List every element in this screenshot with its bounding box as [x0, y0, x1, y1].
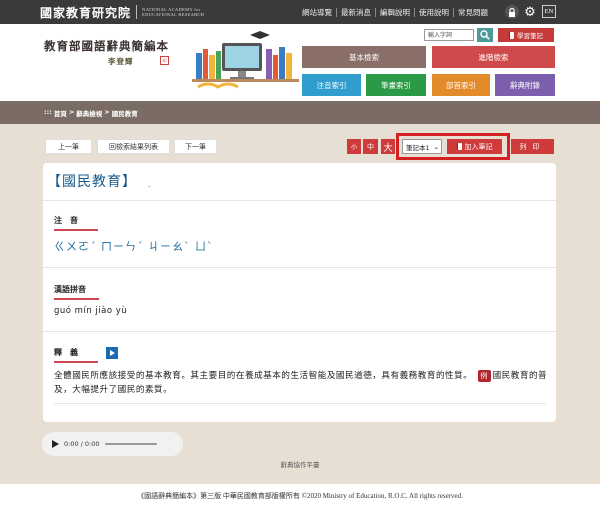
font-medium-button[interactable]: 中: [363, 139, 378, 154]
stroke-index-button[interactable]: 筆畫索引: [366, 74, 426, 96]
search-icon: [480, 30, 490, 40]
nav-editorial[interactable]: 編輯說明: [380, 7, 410, 18]
logo-en-line2: EDUCATIONAL RESEARCH: [142, 12, 205, 17]
next-entry-button[interactable]: 下一筆: [174, 139, 217, 154]
section-divider: [43, 200, 556, 201]
nav-divider: [453, 7, 454, 17]
top-nav: 網站導覽 最新消息 編輯說明 使用說明 常見問題: [302, 6, 488, 18]
add-to-notes-label: 加入筆記: [464, 142, 493, 151]
breadcrumb-prefix: :::: [44, 108, 52, 116]
nav-faq[interactable]: 常見問題: [458, 7, 488, 18]
nav-divider: [414, 7, 415, 17]
pinyin-heading: 漢語拼音: [54, 285, 86, 294]
play-icon[interactable]: [52, 440, 59, 448]
breadcrumb-view[interactable]: 辭典檢視: [76, 108, 102, 118]
definition-heading: 釋 義: [54, 348, 78, 357]
seal-stamp-icon: 印: [160, 56, 169, 65]
lock-icon[interactable]: [505, 5, 519, 19]
breadcrumb: ::: 首頁 > 辭典檢視 > 國民教育: [44, 108, 138, 118]
zhuyin-heading-underline: [54, 229, 98, 231]
copyright-footer: 《國語辭典簡編本》第三版 中華民國教育部版權所有 ©2020 Ministry …: [0, 484, 600, 507]
logo-text-en: NATIONAL ACADEMY for EDUCATIONAL RESEARC…: [142, 7, 204, 17]
definition-heading-underline: [54, 361, 98, 363]
notebook-icon: [456, 143, 462, 150]
print-button[interactable]: 列印: [511, 139, 554, 154]
example-badge: 例: [477, 370, 491, 382]
section-divider: [43, 331, 556, 332]
audio-time: 0:00 / 0:00: [64, 440, 100, 448]
definition-text: 全體國民所應該接受的基本教育。其主要目的在養成基本的生活智能及國民道德，具有義務…: [54, 369, 548, 397]
font-large-button[interactable]: 大: [381, 139, 395, 154]
previous-entry-button[interactable]: 上一筆: [45, 139, 92, 154]
nare-logo[interactable]: 國家教育研究院 NATIONAL ACADEMY for EDUCATIONAL…: [40, 4, 204, 20]
section-divider: [54, 403, 546, 404]
dictionary-title[interactable]: 教育部國語辭典簡編本: [44, 38, 169, 54]
language-button[interactable]: EN: [542, 5, 556, 18]
search-button[interactable]: [477, 28, 493, 42]
add-to-notes-button[interactable]: 加入筆記: [447, 139, 502, 154]
calligraphy-author: 李登輝: [108, 57, 134, 66]
section-divider: [43, 267, 556, 268]
entry-title: 【國民教育】: [47, 174, 137, 190]
learning-notes-label: 學習筆記: [517, 33, 543, 40]
notebook-icon: [509, 31, 514, 39]
breadcrumb-current: 國民教育: [111, 110, 138, 118]
radical-index-button[interactable]: 部首索引: [432, 74, 490, 96]
breadcrumb-sep: >: [104, 108, 110, 116]
back-to-results-button[interactable]: 回檢索結果列表: [97, 139, 170, 154]
entry-title-dot: .: [148, 180, 151, 189]
nav-sitemap[interactable]: 網站導覽: [302, 7, 332, 18]
zhuyin-value: ㄍㄨㄛˊ ㄇㄧㄣˊ ㄐㄧㄠˋ ㄩˋ: [54, 240, 214, 253]
nav-divider: [336, 7, 337, 17]
play-icon-shape: [110, 350, 115, 356]
chevron-down-icon: ⌄: [433, 142, 439, 151]
logo-text-cn: 國家教育研究院: [40, 5, 132, 20]
zhuyin-index-button[interactable]: 注音索引: [302, 74, 361, 96]
learning-notes-button[interactable]: 學習筆記: [498, 28, 554, 42]
search-input[interactable]: 輸入字詞: [424, 29, 474, 41]
pinyin-value: guó mín jiào yù: [54, 306, 128, 316]
zhuyin-heading: 注 音: [54, 216, 78, 225]
breadcrumb-sep: >: [68, 108, 75, 116]
audio-progress-track[interactable]: [104, 443, 157, 445]
play-audio-icon[interactable]: [106, 347, 118, 359]
basic-search-button[interactable]: 基本檢索: [302, 46, 426, 68]
definition-body: 全體國民所應該接受的基本教育。其主要目的在養成基本的生活智能及國民道德，具有義務…: [54, 371, 473, 381]
notebook-select-value: 筆記本1: [406, 143, 430, 152]
nav-divider: [375, 7, 376, 17]
books-computer-illustration: [192, 31, 299, 89]
logo-divider: [136, 5, 138, 19]
lock-icon-shape: [509, 7, 515, 17]
pinyin-heading-underline: [54, 298, 99, 300]
breadcrumb-home[interactable]: 首頁: [54, 108, 67, 118]
advanced-search-button[interactable]: 進階檢索: [432, 46, 555, 68]
nav-news[interactable]: 最新消息: [341, 7, 371, 18]
audio-player[interactable]: 0:00 / 0:00: [42, 432, 183, 456]
gear-icon[interactable]: ⚙: [523, 5, 537, 20]
appendix-button[interactable]: 辭典附錄: [495, 74, 555, 96]
nav-help[interactable]: 使用說明: [419, 7, 449, 18]
notebook-select[interactable]: 筆記本1 ⌄: [402, 139, 442, 154]
collaboration-platform-link[interactable]: 辭典協作平臺: [0, 459, 600, 469]
font-small-button[interactable]: 小: [347, 139, 361, 154]
